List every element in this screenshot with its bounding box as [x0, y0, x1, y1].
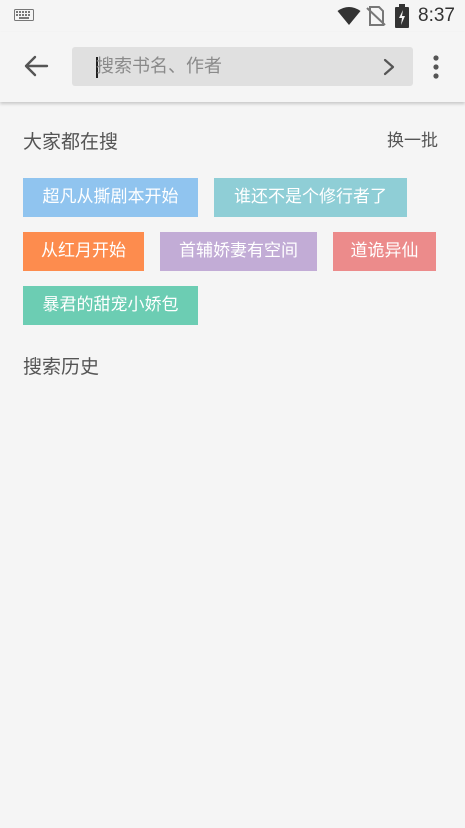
hot-tag[interactable]: 首辅娇妻有空间 — [160, 232, 317, 271]
status-bar: 8:37 — [0, 0, 465, 32]
more-options-button[interactable] — [424, 52, 448, 82]
status-time: 8:37 — [418, 5, 455, 26]
hot-tag[interactable]: 从红月开始 — [23, 232, 144, 271]
search-screen: 8:37 大家都在搜 换一批 超凡从撕剧本开始 — [0, 0, 465, 828]
hot-tag[interactable]: 暴君的甜宠小娇包 — [23, 286, 198, 325]
more-vert-icon — [433, 55, 439, 79]
hot-tag[interactable]: 道诡异仙 — [333, 232, 436, 271]
wifi-icon — [337, 7, 361, 25]
search-history-title: 搜索历史 — [23, 356, 100, 378]
refresh-button[interactable]: 换一批 — [387, 129, 438, 153]
hot-tag[interactable]: 超凡从撕剧本开始 — [23, 178, 198, 217]
chevron-right-icon — [383, 58, 395, 76]
search-input[interactable] — [96, 47, 366, 86]
no-sim-icon — [366, 6, 386, 26]
search-toolbar — [0, 32, 465, 102]
keyboard-icon — [14, 9, 34, 21]
arrow-left-icon — [24, 55, 49, 77]
hot-searches-title: 大家都在搜 — [23, 131, 119, 153]
hot-tag[interactable]: 谁还不是个修行者了 — [214, 178, 407, 217]
battery-charging-icon — [395, 4, 409, 28]
search-go-button[interactable] — [377, 55, 401, 79]
back-button[interactable] — [14, 44, 58, 88]
search-box[interactable] — [72, 47, 413, 86]
